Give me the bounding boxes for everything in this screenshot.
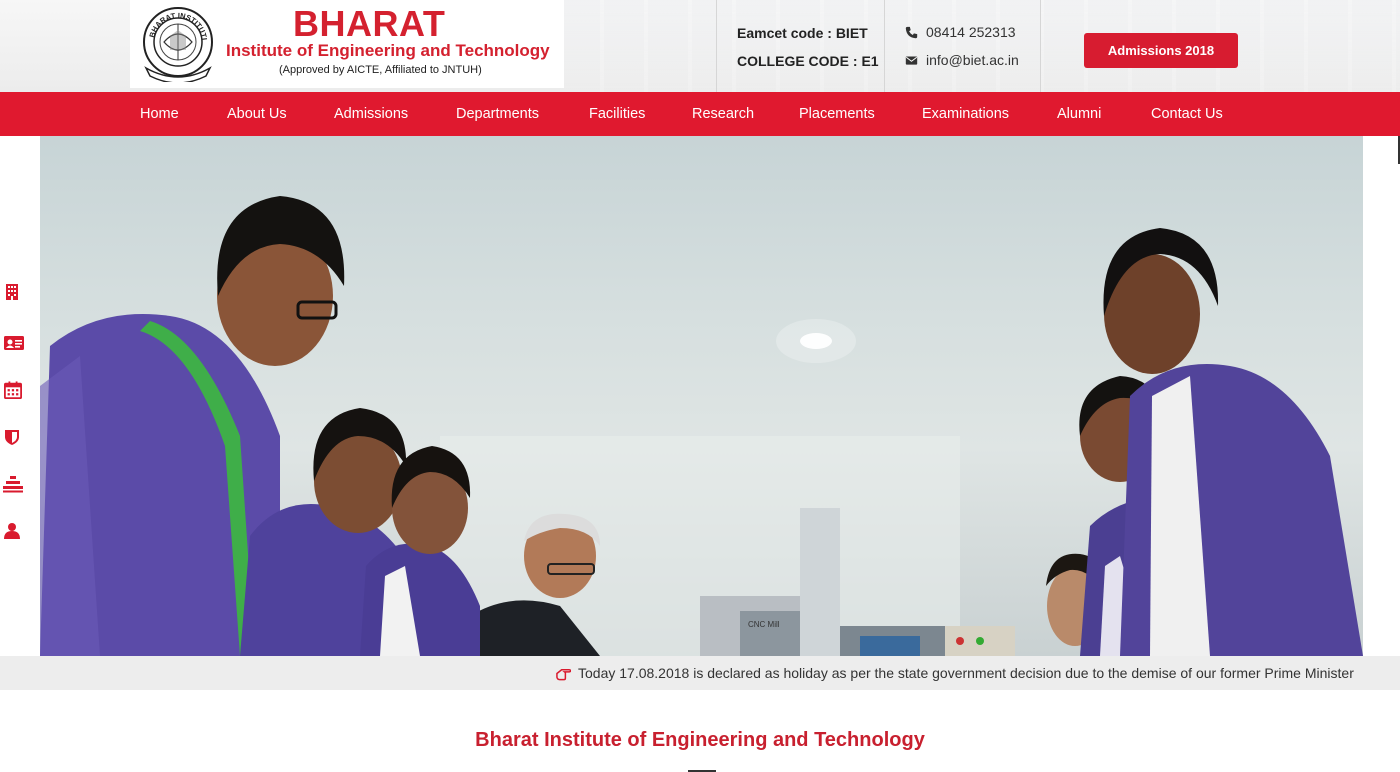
nav-item-home[interactable]: Home — [140, 92, 179, 136]
seal-logo-icon: BHARAT INSTITUTIONS — [140, 6, 213, 82]
ticker-text: Today 17.08.2018 is declared as holiday … — [578, 665, 1354, 681]
phone-contact[interactable]: 08414 252313 — [905, 24, 1016, 40]
admissions-button[interactable]: Admissions 2018 — [1084, 33, 1238, 68]
nav-item-alumni[interactable]: Alumni — [1057, 92, 1101, 136]
id-card-icon[interactable] — [3, 334, 25, 352]
building-icon[interactable] — [3, 283, 21, 301]
college-codes: Eamcet code : BIET COLLEGE CODE : E1 — [716, 0, 885, 92]
hero-slider-image[interactable]: CNC Mill — [40, 136, 1363, 656]
logo-block[interactable]: BHARAT INSTITUTIONS BHARAT Institute of … — [130, 0, 564, 88]
header-actions: Admissions 2018 — [1040, 0, 1400, 92]
user-icon[interactable] — [3, 522, 21, 540]
envelope-icon — [905, 55, 918, 65]
college-code: COLLEGE CODE : E1 — [737, 53, 879, 69]
nav-item-admissions[interactable]: Admissions — [334, 92, 408, 136]
phone-number: 08414 252313 — [926, 24, 1016, 40]
machine-label: CNC Mill — [748, 620, 780, 629]
phone-icon — [905, 26, 918, 38]
contact-info: 08414 252313 info@biet.ac.in — [884, 0, 1041, 92]
section-title: Bharat Institute of Engineering and Tech… — [475, 729, 925, 751]
nav-item-about-us[interactable]: About Us — [227, 92, 287, 136]
nav-item-facilities[interactable]: Facilities — [589, 92, 645, 136]
main-nav: Home About Us Admissions Departments Fac… — [0, 92, 1400, 136]
top-header: BHARAT INSTITUTIONS BHARAT Institute of … — [0, 0, 1400, 92]
email-contact[interactable]: info@biet.ac.in — [905, 52, 1019, 68]
ticker-item[interactable]: Today 17.08.2018 is declared as holiday … — [556, 656, 1354, 690]
nav-item-examinations[interactable]: Examinations — [922, 92, 1009, 136]
nav-item-research[interactable]: Research — [692, 92, 754, 136]
brand-subtitle: Institute of Engineering and Technology — [226, 41, 550, 60]
calendar-icon[interactable] — [3, 381, 23, 399]
hand-pointer-icon — [556, 668, 571, 680]
eamcet-code: Eamcet code : BIET — [737, 25, 868, 41]
students-lab-illustration: CNC Mill — [40, 196, 1363, 656]
nav-item-contact-us[interactable]: Contact Us — [1151, 92, 1223, 136]
nav-item-placements[interactable]: Placements — [799, 92, 875, 136]
news-ticker[interactable]: Today 17.08.2018 is declared as holiday … — [0, 656, 1400, 690]
shield-icon[interactable] — [3, 428, 21, 446]
brand-title: BHARAT — [293, 3, 446, 44]
nav-item-departments[interactable]: Departments — [456, 92, 539, 136]
email-address: info@biet.ac.in — [926, 52, 1019, 68]
stack-icon[interactable] — [3, 475, 23, 493]
brand-approval: (Approved by AICTE, Affiliated to JNTUH) — [279, 64, 482, 76]
